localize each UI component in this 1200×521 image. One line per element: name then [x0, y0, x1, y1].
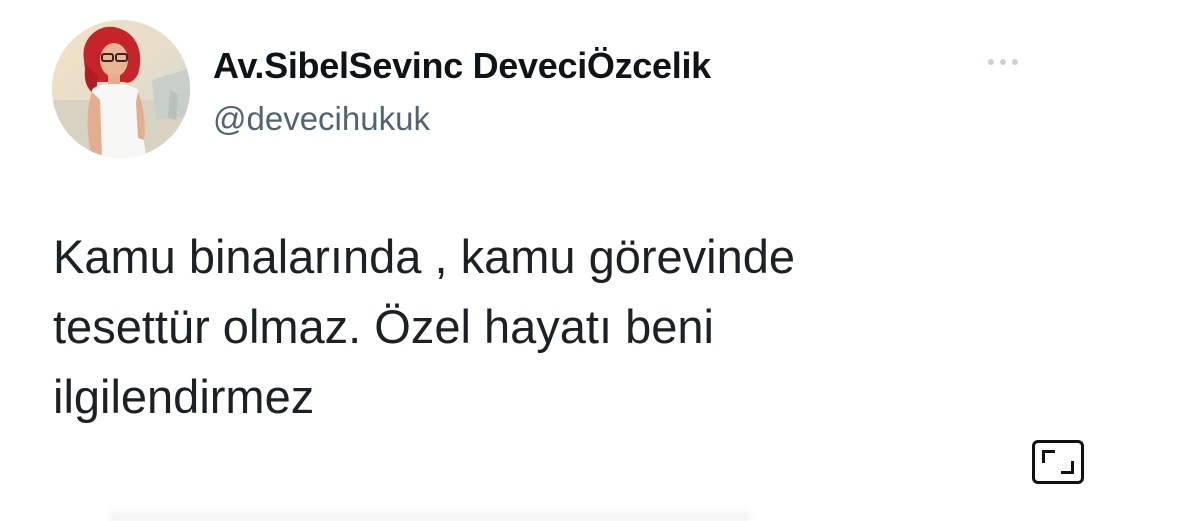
- author-handle[interactable]: @devecihukuk: [213, 98, 711, 140]
- divider: [110, 506, 750, 521]
- more-dots-icon: [988, 59, 994, 65]
- avatar[interactable]: [52, 20, 190, 158]
- more-dots-icon: [1000, 59, 1006, 65]
- expand-icon: [1061, 461, 1074, 474]
- tweet-card: Av.SibelSevinc DeveciÖzcelik @devecihuku…: [0, 0, 1200, 521]
- author-block: Av.SibelSevinc DeveciÖzcelik @devecihuku…: [213, 44, 711, 140]
- profile-photo-icon: [52, 20, 190, 158]
- author-display-name[interactable]: Av.SibelSevinc DeveciÖzcelik: [213, 44, 711, 88]
- more-options-button[interactable]: [978, 48, 1028, 76]
- expand-button[interactable]: [1032, 440, 1084, 484]
- expand-icon: [1042, 450, 1055, 463]
- more-dots-icon: [1012, 59, 1018, 65]
- tweet-text: Kamu binalarında , kamu görevinde tesett…: [53, 230, 795, 423]
